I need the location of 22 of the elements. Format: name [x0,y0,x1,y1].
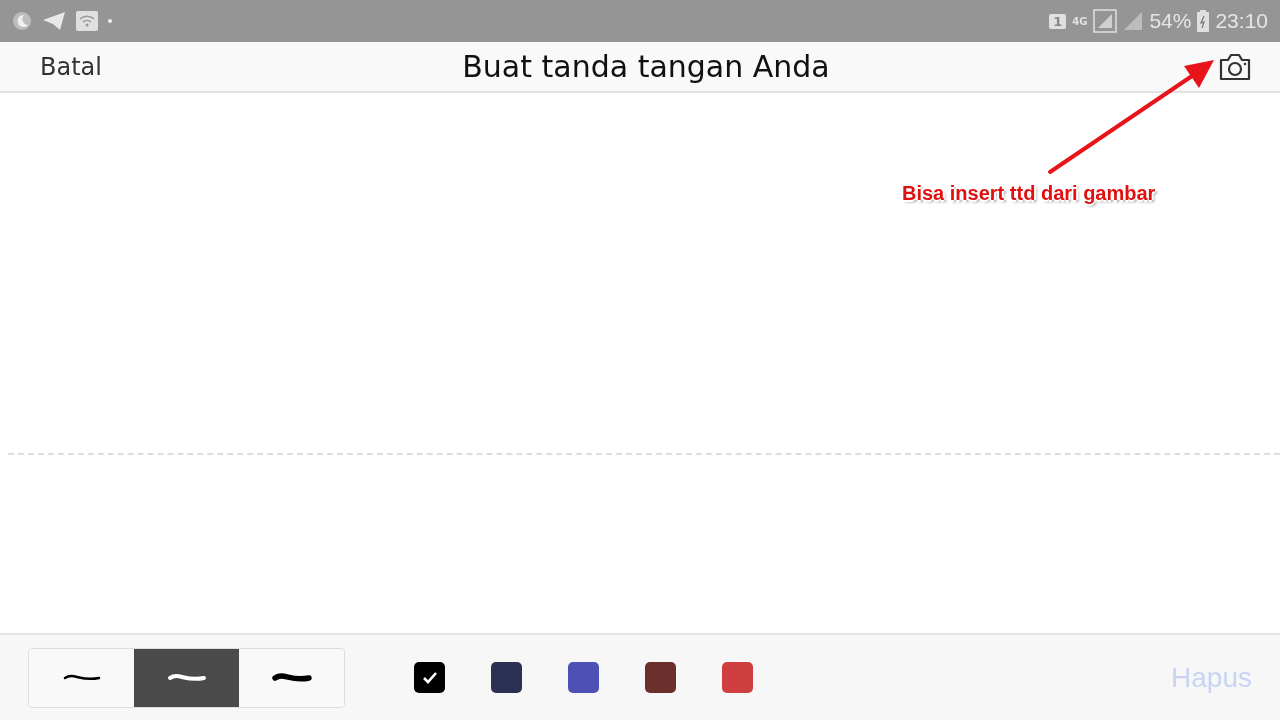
sim-slot-label: 1 [1049,13,1067,29]
cancel-button[interactable]: Batal [40,52,102,81]
signal-icon [1093,9,1118,33]
wifi-icon [76,11,98,31]
color-swatch[interactable] [722,662,753,693]
paper-plane-icon [42,11,66,31]
clock: 23:10 [1215,9,1268,33]
stroke-icon [271,670,312,685]
color-swatch[interactable] [568,662,599,693]
dot-icon [108,19,112,23]
pen-width-button[interactable] [134,648,239,707]
battery-icon [1197,10,1210,32]
battery-percent: 54% [1149,9,1192,33]
camera-button[interactable] [1218,52,1252,81]
page-title: Buat tanda tangan Anda [462,49,830,84]
color-swatch[interactable] [491,662,522,693]
annotation-text: Bisa insert ttd dari gambar [902,182,1156,205]
color-swatch[interactable] [645,662,676,693]
moon-icon [12,11,32,31]
color-swatch[interactable] [414,662,445,693]
network-label: 4G [1072,15,1088,27]
signal-icon [1123,11,1144,31]
